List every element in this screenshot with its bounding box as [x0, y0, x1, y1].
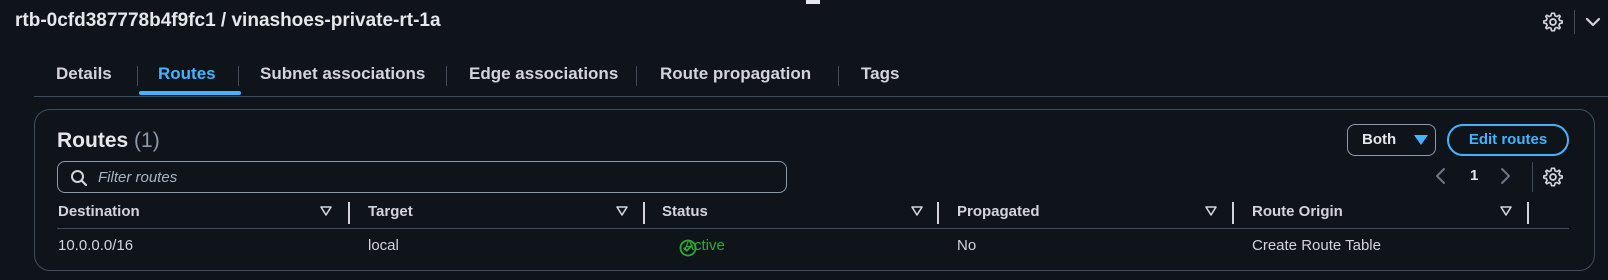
column-divider[interactable] — [1527, 202, 1529, 224]
page-title: rtb-0cfd387778b4f9fc1 / vinashoes-privat… — [15, 10, 441, 31]
column-divider[interactable] — [1232, 202, 1234, 224]
pager-divider — [1532, 162, 1533, 192]
cell-destination: 10.0.0.0/16 — [58, 237, 134, 254]
table-header-divider — [57, 228, 1569, 229]
sort-down-icon[interactable] — [1205, 205, 1217, 217]
cell-propagated: No — [957, 237, 977, 254]
active-tab-indicator — [139, 91, 241, 95]
gear-icon[interactable] — [1542, 11, 1564, 33]
sort-down-icon[interactable] — [911, 205, 923, 217]
tab-routes[interactable]: Routes — [158, 64, 216, 84]
caret-down-icon — [1414, 135, 1428, 145]
ip-version-select-value: Both — [1362, 131, 1397, 148]
sort-down-icon[interactable] — [1500, 205, 1512, 217]
tab-tags[interactable]: Tags — [861, 64, 899, 84]
tab-separator — [238, 66, 239, 86]
column-header-status[interactable]: Status — [662, 203, 708, 220]
tab-details[interactable]: Details — [56, 64, 112, 84]
column-header-destination[interactable]: Destination — [58, 203, 140, 220]
chevron-left-icon[interactable] — [1434, 167, 1448, 185]
column-divider[interactable] — [937, 202, 939, 224]
column-header-route-origin[interactable]: Route Origin — [1252, 203, 1343, 220]
sort-down-icon[interactable] — [320, 205, 332, 217]
table-settings-gear-icon[interactable] — [1542, 166, 1564, 188]
sort-down-icon[interactable] — [616, 205, 628, 217]
chevron-down-icon[interactable] — [1585, 14, 1601, 30]
page-number[interactable]: 1 — [1470, 167, 1478, 184]
cell-route-origin: Create Route Table — [1252, 237, 1381, 254]
page-header: rtb-0cfd387778b4f9fc1 / vinashoes-privat… — [0, 0, 1608, 46]
filter-routes-field[interactable] — [57, 161, 787, 193]
ip-version-select[interactable]: Both — [1347, 124, 1436, 156]
routes-heading: Routes (1) — [57, 129, 160, 153]
top-notch — [806, 0, 820, 4]
routes-count: (1) — [134, 129, 160, 152]
chevron-right-icon[interactable] — [1498, 167, 1512, 185]
filter-routes-input[interactable] — [98, 162, 778, 192]
tab-bar: Details Routes Subnet associations Edge … — [0, 50, 1608, 96]
edit-routes-button[interactable]: Edit routes — [1447, 124, 1569, 156]
tab-edge-associations[interactable]: Edge associations — [469, 64, 618, 84]
column-header-propagated[interactable]: Propagated — [957, 203, 1040, 220]
tab-separator — [838, 66, 839, 86]
tab-separator — [446, 66, 447, 86]
tab-subnet-associations[interactable]: Subnet associations — [260, 64, 425, 84]
tab-separator — [137, 66, 138, 86]
column-divider[interactable] — [643, 202, 645, 224]
cell-target[interactable]: local — [368, 237, 399, 254]
tabs-divider — [34, 96, 1608, 97]
search-icon — [71, 170, 88, 187]
routes-heading-label: Routes — [57, 129, 129, 152]
header-divider — [1574, 10, 1575, 34]
cell-status: Active — [684, 237, 725, 254]
tab-separator — [636, 66, 637, 86]
tab-route-propagation[interactable]: Route propagation — [660, 64, 811, 84]
column-divider[interactable] — [348, 202, 350, 224]
column-header-target[interactable]: Target — [368, 203, 413, 220]
